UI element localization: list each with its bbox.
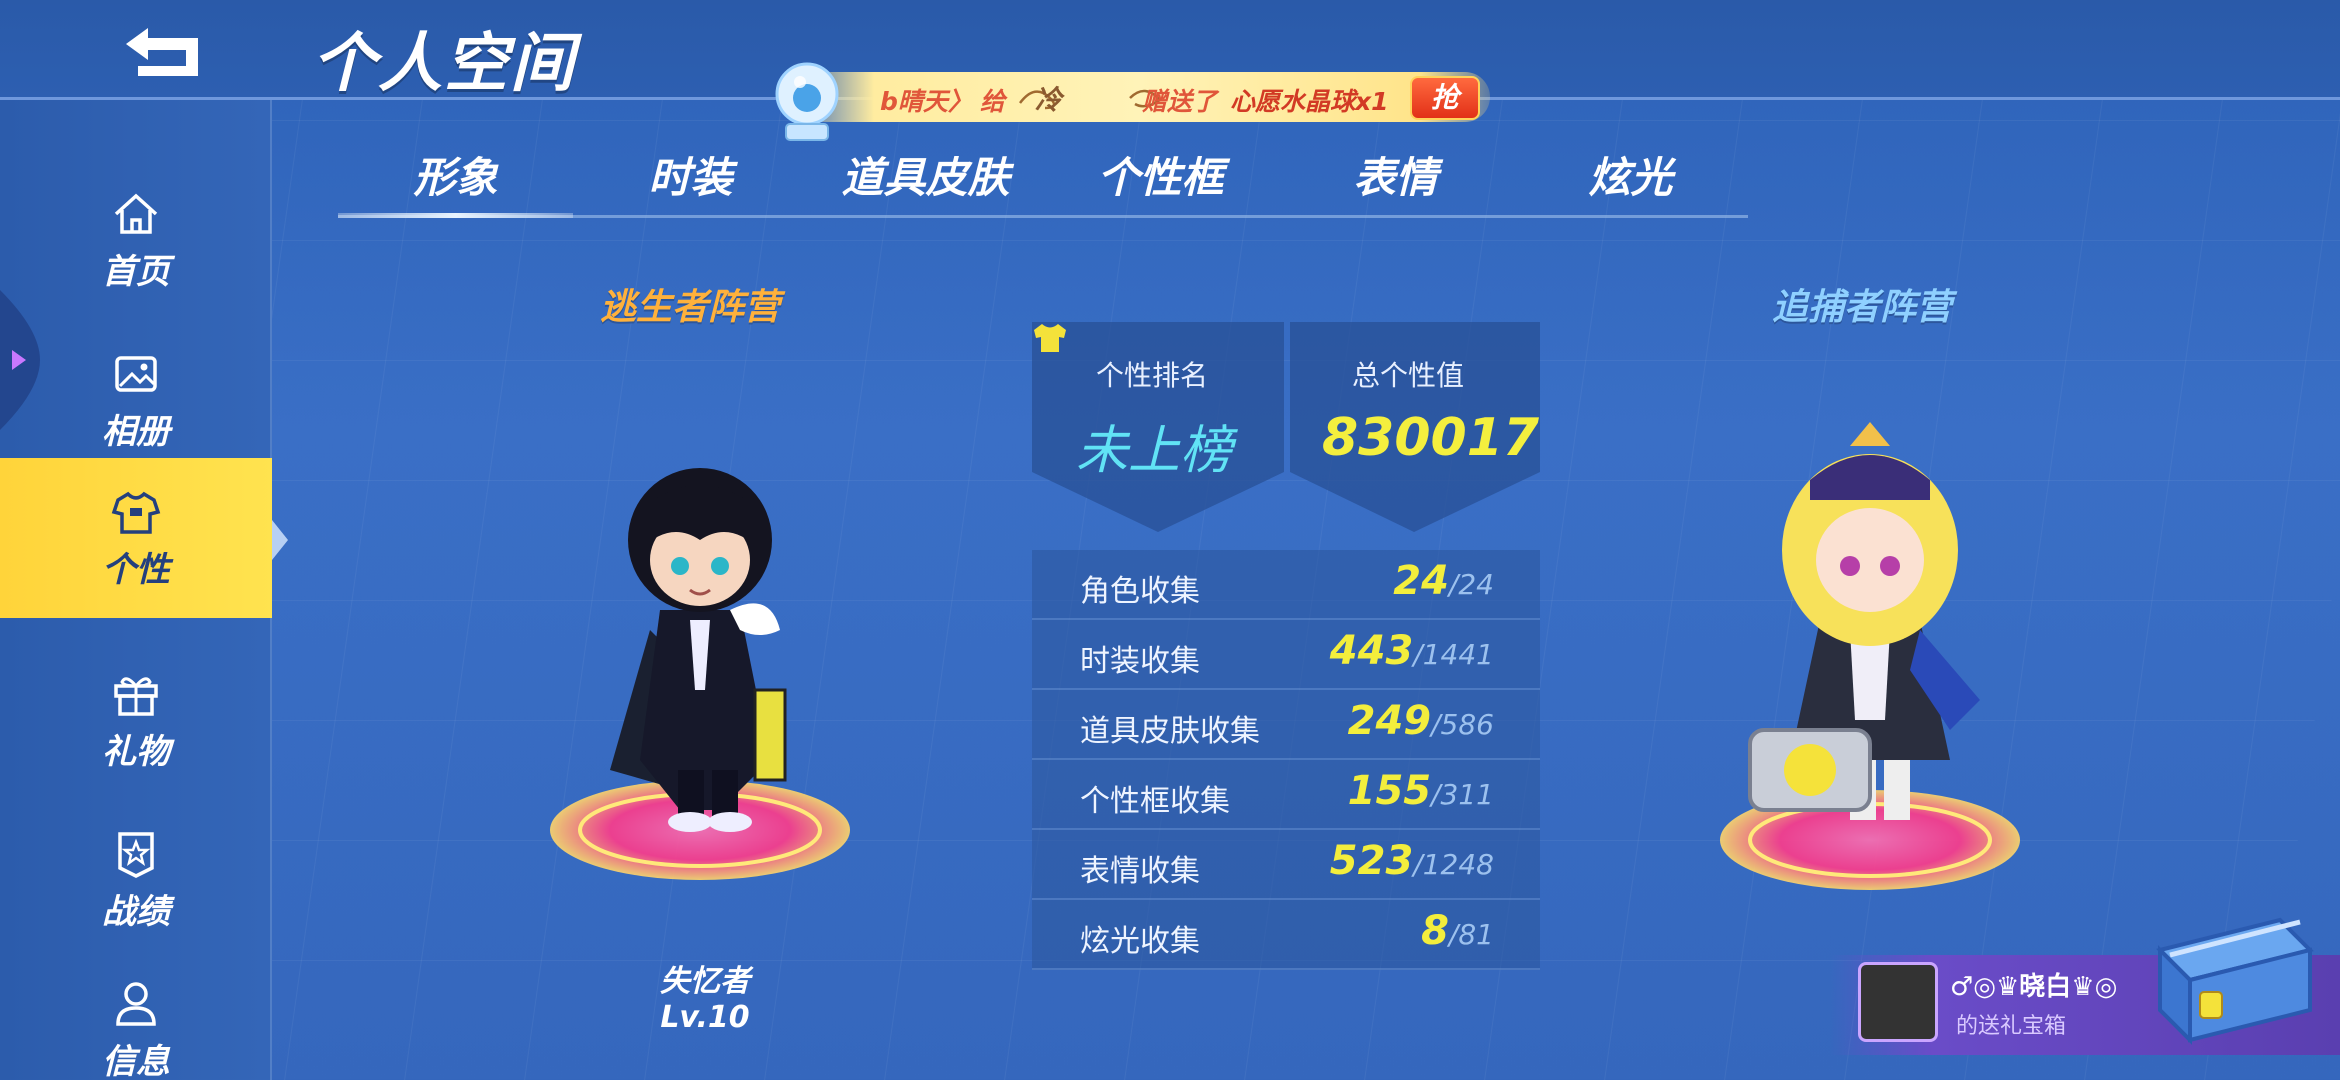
stat-row: 角色收集 24/24 [1032, 550, 1540, 620]
gift-box-owner: ♂◎♛晓白♛◎ [1950, 972, 2118, 1002]
stat-current: 24 [1393, 558, 1449, 604]
user-icon [116, 981, 156, 1026]
stat-name: 表情收集 [1080, 854, 1200, 889]
stat-total: 1441 [1422, 638, 1494, 671]
sidebar-item-home[interactable]: 首页 [0, 160, 272, 320]
tab-fashion[interactable]: 时装 [573, 140, 808, 215]
sidebar: 首页 相册 个性 礼物 战绩 信息 [0, 100, 272, 1080]
escaper-camp-title: 逃生者阵营 [600, 287, 781, 328]
sidebar-item-label: 个性 [102, 549, 170, 590]
sidebar-item-label: 首页 [102, 251, 170, 292]
gift-box-subtitle: 的送礼宝箱 [1956, 1014, 2067, 1039]
banner-sender: b晴天〉 [880, 87, 973, 116]
stat-current: 443 [1329, 628, 1414, 674]
sidebar-item-personality[interactable]: 个性 [0, 458, 272, 618]
stat-total: 24 [1458, 568, 1494, 601]
escaper-character-model[interactable] [540, 430, 880, 900]
stat-total: 1248 [1422, 848, 1494, 881]
home-icon [114, 193, 158, 234]
grab-button[interactable]: 抢 [1410, 76, 1480, 120]
rank-label: 个性排名 [1096, 359, 1209, 392]
stat-current: 523 [1329, 838, 1414, 884]
total-value: 830017 [1322, 408, 1540, 468]
total-value-label: 总个性值 [1352, 359, 1465, 392]
sidebar-item-label: 战绩 [102, 891, 170, 932]
stat-value: 24/24 [1393, 558, 1494, 604]
tab-glow[interactable]: 炫光 [1513, 140, 1748, 215]
tab-emotes[interactable]: 表情 [1278, 140, 1513, 215]
stat-row: 时装收集 443/1441 [1032, 620, 1540, 690]
stat-row: 道具皮肤收集 249/586 [1032, 690, 1540, 760]
sidebar-item-label: 相册 [102, 411, 170, 452]
stat-total: 586 [1440, 708, 1494, 741]
stat-total: 81 [1458, 918, 1494, 951]
tab-bar: 形象 时装 道具皮肤 个性框 表情 炫光 [338, 140, 1748, 218]
stat-value: 249/586 [1347, 698, 1494, 744]
chaser-character-model[interactable] [1700, 400, 2040, 900]
tab-frames[interactable]: 个性框 [1043, 140, 1278, 215]
character-level: Lv.10 [660, 1000, 750, 1035]
banner-receiver: 冷 [1035, 85, 1062, 116]
stat-name: 道具皮肤收集 [1080, 714, 1260, 749]
medal-icon [118, 831, 154, 878]
tab-item-skins[interactable]: 道具皮肤 [808, 140, 1043, 215]
gift-icon [114, 676, 158, 716]
banner-give: 给 [980, 87, 1006, 116]
sidebar-item-record[interactable]: 战绩 [0, 800, 272, 960]
stat-value: 8/81 [1421, 908, 1494, 954]
stat-name: 角色收集 [1080, 574, 1200, 609]
stat-row: 个性框收集 155/311 [1032, 760, 1540, 830]
stat-row: 表情收集 523/1248 [1032, 830, 1540, 900]
character-name: 失忆者 [660, 964, 750, 999]
stat-value: 155/311 [1347, 768, 1494, 814]
gift-banner: b晴天〉 给 冷 赠送了 心愿水晶球x1 抢 [790, 72, 1490, 122]
collection-stats-table: 角色收集 24/24 时装收集 443/1441 道具皮肤收集 249/586 … [1032, 550, 1540, 970]
tab-appearance[interactable]: 形象 [338, 140, 573, 218]
stat-current: 155 [1347, 768, 1432, 814]
stat-current: 8 [1421, 908, 1449, 954]
back-arrow-icon[interactable] [118, 22, 206, 80]
chaser-camp-title: 追捕者阵营 [1772, 287, 1953, 328]
crystal-ball-icon [775, 62, 839, 141]
banner-sent: 赠送了 [1142, 87, 1218, 116]
treasure-chest-icon[interactable] [2140, 900, 2320, 1050]
stat-name: 个性框收集 [1080, 784, 1230, 819]
shirt-icon [1034, 324, 1066, 352]
image-icon [115, 355, 157, 392]
sidebar-item-info[interactable]: 信息 [0, 950, 272, 1080]
rank-value: 未上榜 [1076, 421, 1233, 481]
page-title: 个人空间 [312, 27, 576, 101]
sidebar-item-album[interactable]: 相册 [0, 320, 272, 480]
stat-row: 炫光收集 8/81 [1032, 900, 1540, 970]
sidebar-item-label: 信息 [102, 1041, 170, 1080]
stat-total: 311 [1440, 778, 1494, 811]
stat-current: 249 [1347, 698, 1432, 744]
sidebar-item-gift[interactable]: 礼物 [0, 640, 272, 800]
character-name-block: 失忆者 Lv.10 [620, 964, 790, 1036]
ranking-panel: 个性排名 未上榜 总个性值 830017 [1032, 322, 1540, 532]
avatar [1858, 962, 1938, 1042]
stat-value: 523/1248 [1329, 838, 1494, 884]
stat-name: 炫光收集 [1080, 924, 1200, 959]
active-notch-icon [272, 520, 288, 560]
shirt-icon [111, 491, 161, 534]
stat-value: 443/1441 [1329, 628, 1494, 674]
sidebar-item-label: 礼物 [102, 731, 170, 772]
banner-gift: 心愿水晶球x1 [1230, 87, 1389, 116]
stat-name: 时装收集 [1080, 644, 1200, 679]
